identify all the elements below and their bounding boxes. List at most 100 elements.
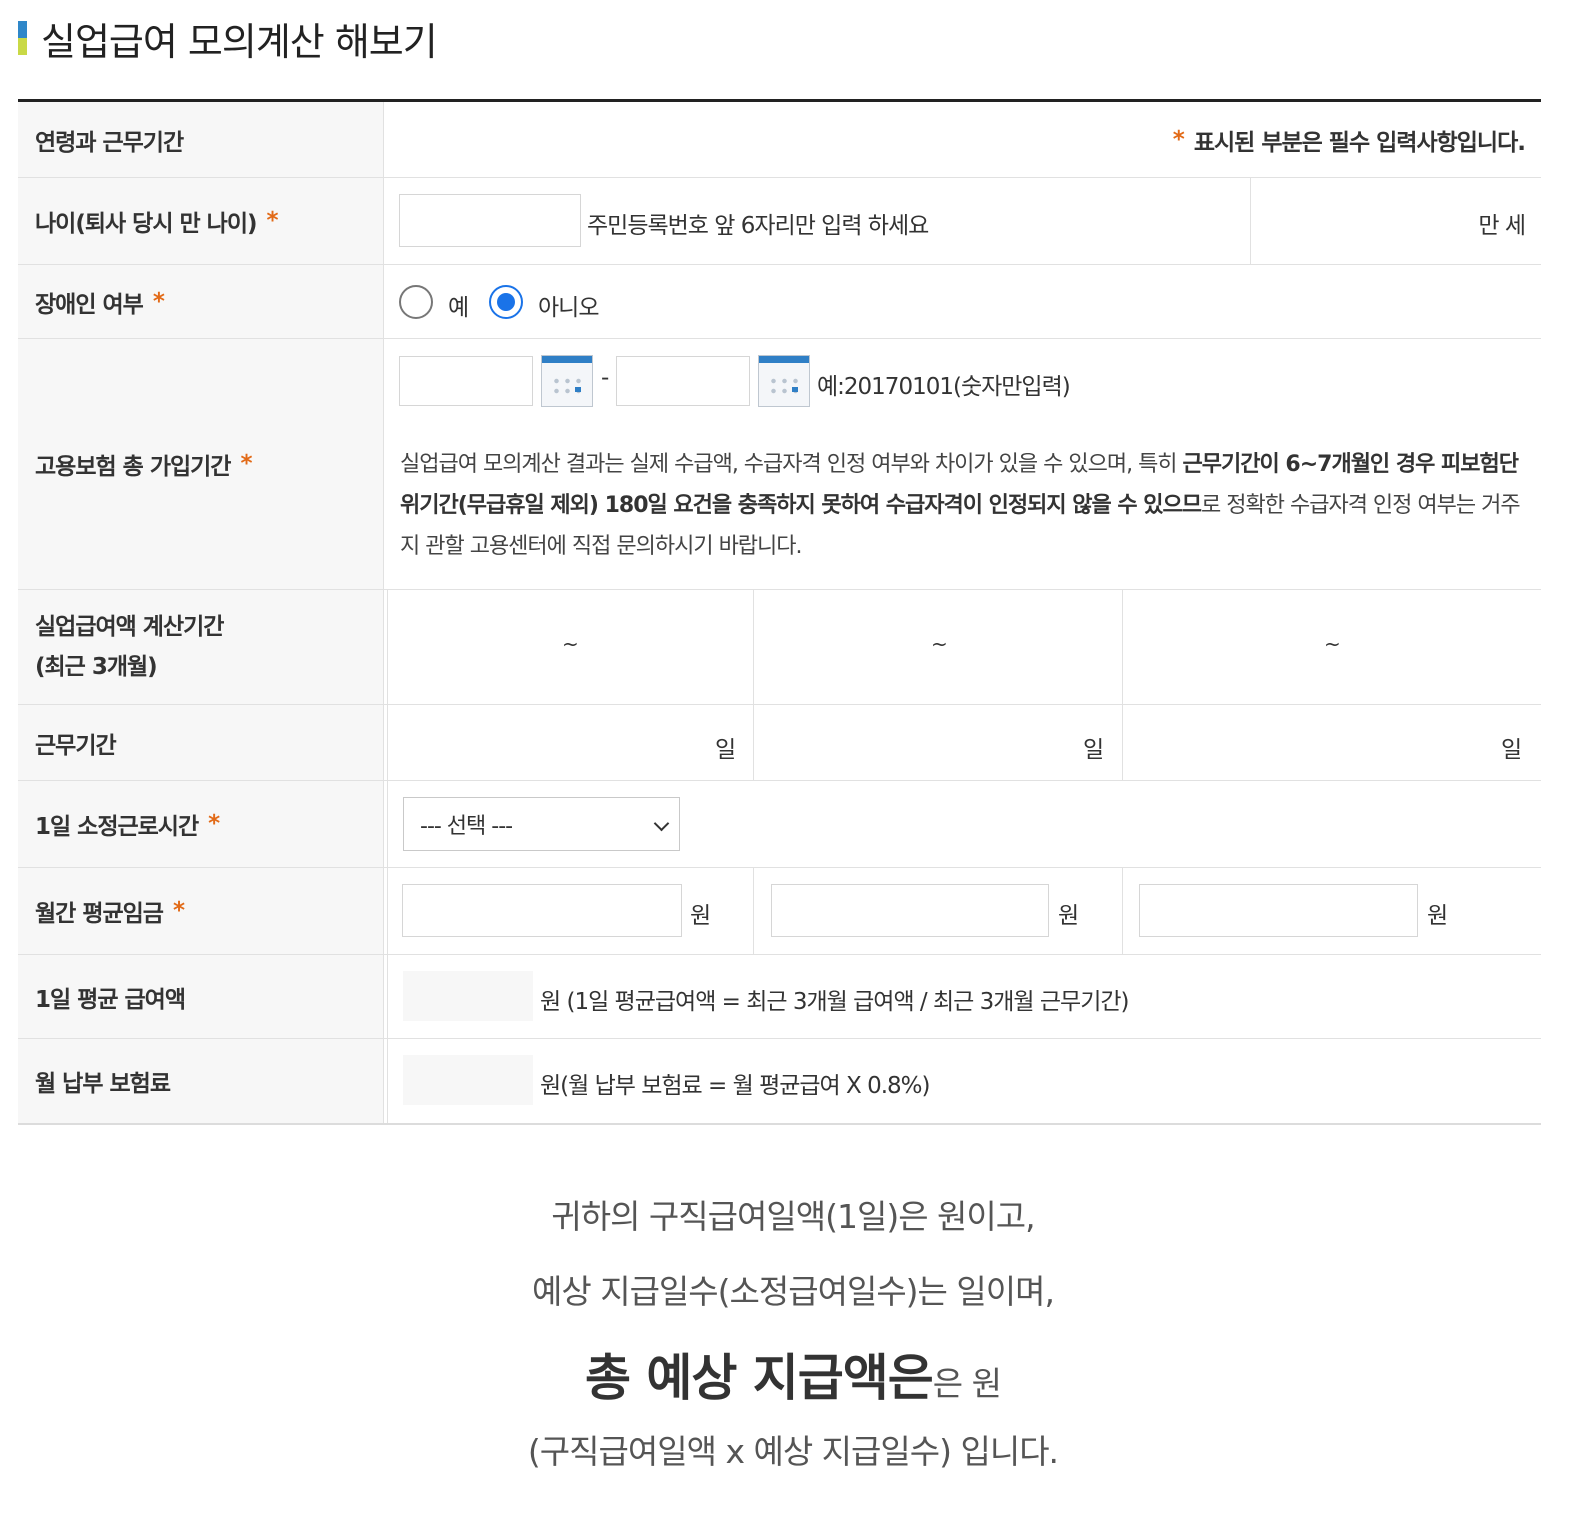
result-total-line: 총 예상 지급액은은 원 — [0, 1338, 1586, 1410]
monthly-wage-cells: 원 원 원 — [387, 868, 1541, 954]
radio-yes-label: 예 — [448, 295, 469, 321]
calc-period-row: 실업급여액 계산기간 (최근 3개월) ~ ~ ~ — [18, 590, 1541, 705]
col-divider — [387, 868, 388, 954]
calendar-grid — [768, 376, 801, 396]
work-days-row: 근무기간 일 일 일 — [18, 705, 1541, 781]
work-days-month-1: 일 — [715, 737, 736, 763]
col-divider — [387, 705, 388, 780]
start-date-input[interactable] — [399, 356, 533, 406]
col-divider — [753, 590, 754, 704]
calendar-header — [759, 356, 809, 363]
result-pay-days: 예상 지급일수(소정급여일수)는 일이며, — [532, 1272, 1055, 1311]
insurance-period-cell: - 예:20170101(숫자만입력) 실업급여 모의계산 결과는 실제 수급액… — [384, 339, 1541, 589]
start-calendar-icon[interactable] — [541, 355, 593, 407]
notice-text-1: 실업급여 모의계산 결과는 실제 수급액, 수급자격 인정 여부와 차이가 있을… — [400, 452, 1183, 477]
daily-hours-cell: --- 선택 --- — [387, 781, 1541, 867]
insurance-period-label-text: 고용보험 총 가입기간 — [35, 454, 231, 480]
disability-label: 장애인 여부 * — [18, 265, 384, 338]
result-daily-amount: 귀하의 구직급여일액(1일)은 원이고, — [551, 1197, 1035, 1236]
date-separator: - — [601, 365, 609, 391]
required-asterisk-icon: * — [266, 208, 279, 234]
required-asterisk-icon: * — [172, 898, 185, 924]
daily-hours-label-text: 1일 소정근로시간 — [35, 814, 199, 840]
work-days-month-2: 일 — [1083, 737, 1104, 763]
calculator-form: 연령과 근무기간 * 표시된 부분은 필수 입력사항입니다. 나이(퇴사 당시 … — [18, 99, 1541, 1125]
result-formula: (구직급여일액 x 예상 지급일수) 입니다. — [527, 1432, 1059, 1471]
end-calendar-icon[interactable] — [758, 355, 810, 407]
eligibility-notice: 실업급여 모의계산 결과는 실제 수급액, 수급자격 인정 여부와 차이가 있을… — [400, 444, 1530, 567]
age-input[interactable] — [399, 194, 581, 247]
age-cell: 주민등록번호 앞 6자리만 입력 하세요 만 세 — [384, 178, 1541, 264]
required-note: * 표시된 부분은 필수 입력사항입니다. — [1172, 102, 1526, 177]
wage-input-month-3[interactable] — [1139, 884, 1418, 937]
insurance-period-row: 고용보험 총 가입기간 * - 예:20170101(숫자만입력) 실업급여 모… — [18, 339, 1541, 590]
age-row: 나이(퇴사 당시 만 나이) * 주민등록번호 앞 6자리만 입력 하세요 만 … — [18, 178, 1541, 265]
daily-avg-label-text: 1일 평균 급여액 — [35, 986, 186, 1013]
calc-period-month-1: ~ — [562, 632, 579, 656]
age-divider — [1250, 178, 1251, 264]
disability-cell: 예 아니오 — [384, 265, 1541, 338]
end-date-input[interactable] — [616, 356, 750, 406]
monthly-premium-row: 월 납부 보험료 원(월 납부 보험료 = 월 평균급여 X 0.8%) — [18, 1039, 1541, 1125]
work-days-label: 근무기간 — [18, 705, 384, 780]
daily-avg-label: 1일 평균 급여액 — [18, 955, 384, 1038]
daily-avg-formula: 원 (1일 평균급여액 = 최근 3개월 급여액 / 최근 3개월 근무기간) — [540, 989, 1129, 1015]
col-divider — [753, 868, 754, 954]
monthly-premium-label: 월 납부 보험료 — [18, 1039, 384, 1123]
wage-input-month-2[interactable] — [771, 884, 1049, 937]
required-note-text: 표시된 부분은 필수 입력사항입니다. — [1193, 129, 1526, 156]
radio-disability-no[interactable] — [489, 285, 523, 319]
age-label: 나이(퇴사 당시 만 나이) * — [18, 178, 384, 264]
required-asterisk-icon: * — [208, 811, 220, 837]
work-days-label-text: 근무기간 — [35, 732, 117, 759]
calc-period-label-line1: 실업급여액 계산기간 — [35, 614, 224, 640]
title-accent-bar — [18, 21, 27, 55]
disability-row: 장애인 여부 * 예 아니오 — [18, 265, 1541, 339]
form-header-row: 연령과 근무기간 * 표시된 부분은 필수 입력사항입니다. — [18, 102, 1541, 178]
disability-label-text: 장애인 여부 — [35, 291, 144, 318]
work-days-month-3: 일 — [1501, 737, 1522, 763]
page-header: 실업급여 모의계산 해보기 — [18, 10, 438, 66]
daily-avg-output — [403, 971, 533, 1021]
age-result: 만 세 — [1478, 213, 1526, 239]
work-days-cells: 일 일 일 — [387, 705, 1541, 780]
monthly-premium-formula: 원(월 납부 보험료 = 월 평균급여 X 0.8%) — [540, 1073, 931, 1099]
daily-hours-select[interactable]: --- 선택 --- — [403, 797, 680, 851]
result-total-heading: 총 예상 지급액은 — [584, 1349, 934, 1407]
wage-unit: 원 — [1058, 903, 1079, 929]
required-asterisk-icon: * — [1172, 126, 1185, 153]
monthly-wage-row: 월간 평균임금 * 원 원 원 — [18, 868, 1541, 955]
daily-hours-row: 1일 소정근로시간 * --- 선택 --- — [18, 781, 1541, 868]
daily-hours-selected: --- 선택 --- — [420, 814, 513, 839]
col-divider — [753, 705, 754, 780]
calendar-header — [542, 356, 592, 363]
calc-period-cells: ~ ~ ~ — [387, 590, 1541, 704]
result-total-amount: 은 원 — [932, 1364, 1002, 1403]
calendar-grid — [551, 376, 584, 396]
required-asterisk-icon: * — [152, 288, 165, 315]
monthly-wage-label: 월간 평균임금 * — [18, 868, 384, 954]
daily-hours-label: 1일 소정근로시간 * — [18, 781, 384, 867]
col-divider — [1122, 590, 1123, 704]
required-note-cell: * 표시된 부분은 필수 입력사항입니다. — [384, 102, 1541, 177]
daily-avg-cell: 원 (1일 평균급여액 = 최근 3개월 급여액 / 최근 3개월 근무기간) — [387, 955, 1541, 1038]
calc-period-month-3: ~ — [1324, 632, 1341, 656]
insurance-period-label: 고용보험 총 가입기간 * — [18, 339, 384, 589]
section-label: 연령과 근무기간 — [18, 102, 384, 177]
wage-unit: 원 — [690, 903, 711, 929]
calendar-marker — [575, 387, 581, 392]
daily-avg-row: 1일 평균 급여액 원 (1일 평균급여액 = 최근 3개월 급여액 / 최근 … — [18, 955, 1541, 1039]
calendar-marker — [792, 387, 798, 392]
monthly-wage-label-text: 월간 평균임금 — [35, 901, 164, 927]
col-divider — [1122, 705, 1123, 780]
section-label-text: 연령과 근무기간 — [35, 129, 184, 156]
wage-input-month-1[interactable] — [402, 884, 682, 937]
age-hint: 주민등록번호 앞 6자리만 입력 하세요 — [587, 213, 929, 239]
date-example: 예:20170101(숫자만입력) — [817, 374, 1071, 400]
calc-period-month-2: ~ — [931, 632, 948, 656]
age-label-text: 나이(퇴사 당시 만 나이) — [35, 211, 257, 237]
page-title: 실업급여 모의계산 해보기 — [41, 19, 438, 64]
radio-disability-yes[interactable] — [399, 285, 433, 319]
monthly-premium-label-text: 월 납부 보험료 — [35, 1071, 171, 1097]
col-divider — [387, 590, 388, 704]
